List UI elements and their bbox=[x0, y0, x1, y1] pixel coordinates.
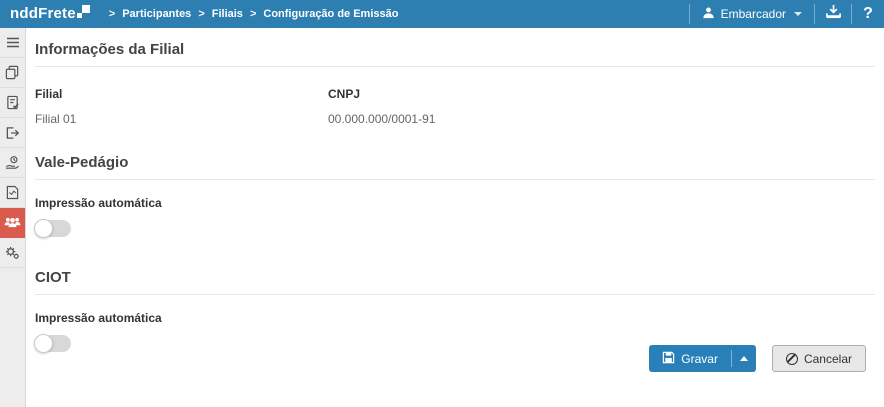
breadcrumb-separator-icon: > bbox=[198, 8, 205, 20]
form-actions: Gravar Cancelar bbox=[649, 345, 866, 372]
section-vale-pedagio: Vale-Pedágio Impressão automática bbox=[34, 154, 875, 238]
sidebar-item-documents[interactable] bbox=[0, 58, 25, 88]
app-logo[interactable]: nddFrete bbox=[10, 4, 90, 24]
breadcrumb: > Participantes > Filiais > Configuração… bbox=[102, 8, 399, 20]
section-informacoes-da-filial: Informações da Filial Filial Filial 01 C… bbox=[35, 41, 875, 126]
user-menu[interactable]: Embarcador bbox=[690, 0, 814, 28]
sidebar-item-exit[interactable] bbox=[0, 118, 25, 148]
section-title: Informações da Filial bbox=[35, 41, 875, 67]
user-icon bbox=[702, 6, 715, 22]
copy-icon bbox=[5, 65, 20, 80]
chevron-down-icon bbox=[794, 12, 802, 16]
sidebar-item-reports[interactable] bbox=[0, 178, 25, 208]
chevron-up-icon bbox=[739, 356, 748, 361]
filial-fields: Filial Filial 01 CNPJ 00.000.000/0001-91 bbox=[35, 87, 875, 126]
field-label: Filial bbox=[35, 87, 63, 101]
section-title: CIOT bbox=[35, 269, 875, 295]
field-filial: Filial Filial 01 bbox=[35, 87, 328, 126]
settings-gears-icon bbox=[5, 246, 20, 260]
section-title: Vale-Pedágio bbox=[35, 154, 875, 180]
logo-text: nddFrete bbox=[10, 5, 76, 22]
top-bar: nddFrete > Participantes > Filiais > Con… bbox=[0, 0, 884, 28]
field-cnpj: CNPJ 00.000.000/0001-91 bbox=[328, 87, 621, 126]
field-label: CNPJ bbox=[328, 87, 361, 101]
exit-icon bbox=[5, 126, 20, 140]
cancel-button-label: Cancelar bbox=[803, 351, 852, 366]
cancel-button[interactable]: Cancelar bbox=[771, 345, 866, 372]
save-button-label: Gravar bbox=[681, 351, 718, 366]
user-menu-label: Embarcador bbox=[720, 7, 786, 21]
clipboard-check-icon bbox=[6, 95, 20, 110]
help-button[interactable]: ? bbox=[852, 0, 884, 28]
toggle-label: Impressão automática bbox=[35, 311, 162, 325]
field-value: 00.000.000/0001-91 bbox=[328, 112, 436, 126]
breadcrumb-item-participantes[interactable]: Participantes bbox=[122, 8, 191, 20]
breadcrumb-item-filiais[interactable]: Filiais bbox=[212, 8, 243, 20]
menu-icon bbox=[6, 37, 20, 48]
toggle-knob bbox=[34, 219, 53, 238]
cancel-icon bbox=[785, 352, 798, 365]
sidebar-item-payments[interactable] bbox=[0, 148, 25, 178]
sidebar-item-settings[interactable] bbox=[0, 238, 25, 268]
section-ciot: CIOT Impressão automática bbox=[34, 269, 875, 353]
field-value: Filial 01 bbox=[35, 112, 77, 126]
report-icon bbox=[6, 185, 19, 200]
sidebar-item-participants[interactable] bbox=[0, 208, 25, 238]
save-icon bbox=[662, 351, 675, 367]
breadcrumb-separator-icon: > bbox=[108, 8, 116, 20]
sidebar-item-approvals[interactable] bbox=[0, 88, 25, 118]
hand-coin-icon bbox=[5, 155, 20, 170]
logo-mark-icon bbox=[76, 5, 90, 18]
save-button[interactable]: Gravar bbox=[649, 345, 731, 372]
download-icon bbox=[825, 4, 842, 24]
topbar-right: Embarcador ? bbox=[688, 0, 884, 28]
sidebar bbox=[0, 28, 26, 407]
toggle-knob bbox=[34, 334, 53, 353]
sidebar-menu-toggle[interactable] bbox=[0, 28, 25, 58]
toggle-label: Impressão automática bbox=[35, 196, 162, 210]
save-split-button: Gravar bbox=[649, 345, 756, 372]
main-content: Informações da Filial Filial Filial 01 C… bbox=[26, 28, 884, 407]
vale-pedagio-impressao-automatica-toggle[interactable] bbox=[34, 219, 71, 238]
breadcrumb-separator-icon: > bbox=[249, 8, 257, 20]
save-options-caret-button[interactable] bbox=[732, 345, 756, 372]
participants-icon bbox=[4, 216, 21, 229]
help-icon: ? bbox=[863, 5, 873, 22]
breadcrumb-item-configuracao-de-emissao[interactable]: Configuração de Emissão bbox=[263, 8, 398, 20]
download-button[interactable] bbox=[815, 0, 851, 28]
ciot-impressao-automatica-toggle[interactable] bbox=[34, 334, 71, 353]
